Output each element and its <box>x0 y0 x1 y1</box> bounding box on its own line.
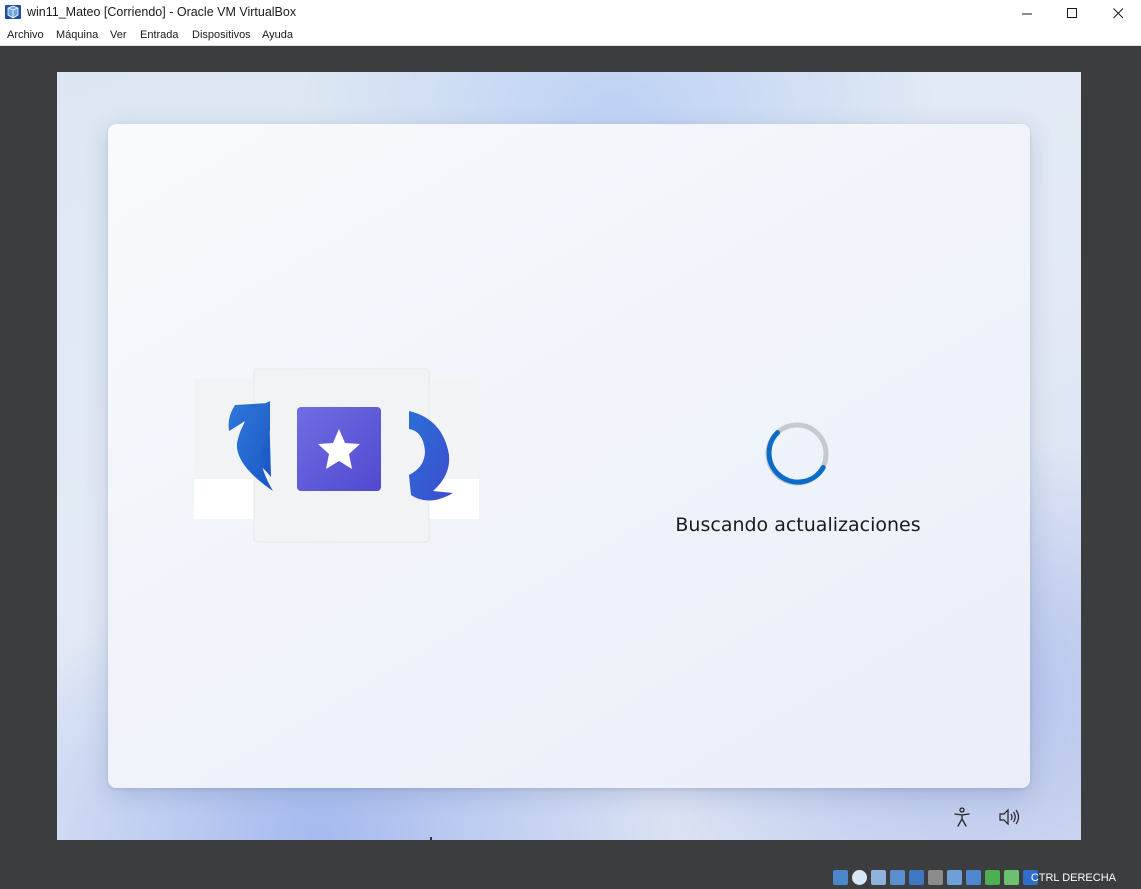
video-capture-icon[interactable] <box>966 870 981 885</box>
network-icon[interactable] <box>890 870 905 885</box>
status-bar: CTRL DERECHA <box>0 866 1141 889</box>
cpu-icon[interactable] <box>1004 870 1019 885</box>
maximize-button[interactable] <box>1049 0 1095 26</box>
optical-drive-icon[interactable] <box>852 870 867 885</box>
virtualbox-icon[interactable] <box>4 3 22 21</box>
menu-entrada[interactable]: Entrada <box>140 29 179 41</box>
menu-ver[interactable]: Ver <box>110 29 127 41</box>
title-bar: win11_Mateo [Corriendo] - Oracle VM Virt… <box>0 0 1141 26</box>
menu-archivo[interactable]: Archivo <box>7 29 44 41</box>
vm-display[interactable]: Buscando actualizaciones <box>57 72 1081 840</box>
accessibility-icon[interactable] <box>951 806 973 828</box>
menu-dispositivos[interactable]: Dispositivos <box>192 29 251 41</box>
window-title: win11_Mateo [Corriendo] - Oracle VM Virt… <box>27 5 297 19</box>
windows-update-icon <box>193 367 485 547</box>
recording-icon[interactable] <box>985 870 1000 885</box>
menu-bar: Archivo Máquina Ver Entrada Dispositivos… <box>0 26 1141 46</box>
loading-spinner <box>764 421 830 487</box>
oobe-card: Buscando actualizaciones <box>108 124 1030 788</box>
host-key-label[interactable]: CTRL DERECHA <box>1031 872 1116 884</box>
status-text: Buscando actualizaciones <box>675 514 921 536</box>
usb-icon[interactable] <box>909 870 924 885</box>
minimize-icon <box>1021 13 1032 14</box>
menu-maquina[interactable]: Máquina <box>56 29 98 41</box>
close-icon <box>1112 7 1123 18</box>
close-button[interactable] <box>1095 0 1141 26</box>
mouse-cursor <box>430 837 432 840</box>
speaker-icon[interactable] <box>998 806 1020 828</box>
display-icon[interactable] <box>947 870 962 885</box>
minimize-button[interactable] <box>1004 0 1050 26</box>
shared-folders-icon[interactable] <box>928 870 943 885</box>
menu-ayuda[interactable]: Ayuda <box>262 29 293 41</box>
maximize-icon <box>1066 7 1077 18</box>
audio-icon[interactable] <box>871 870 886 885</box>
hard-disk-icon[interactable] <box>833 870 848 885</box>
